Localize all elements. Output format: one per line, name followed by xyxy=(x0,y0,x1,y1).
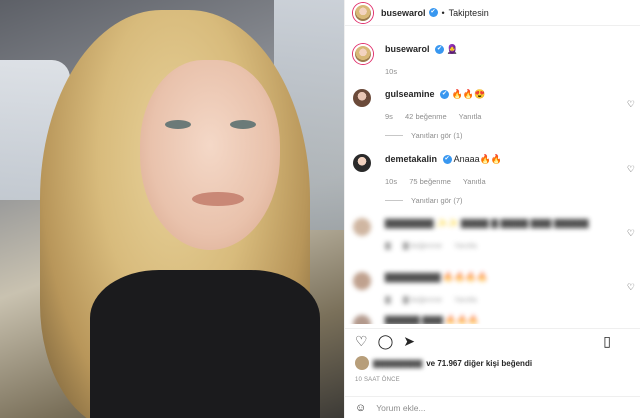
caption-text: 🧕 xyxy=(446,44,458,54)
like-heart-icon[interactable]: ♡ xyxy=(355,334,368,348)
photo-lips xyxy=(192,192,244,206)
follow-status[interactable]: Takiptesin xyxy=(449,8,489,18)
post-side-panel: busewarol ✔ • Takiptesin busewarol ✔ 🧕 1… xyxy=(344,0,640,418)
avatar[interactable] xyxy=(353,272,371,290)
comment-icon[interactable]: ◯ xyxy=(378,334,394,348)
comments-list[interactable]: busewarol ✔ 🧕 10s gulseamine ✔ 🔥🔥😍 9s 42… xyxy=(345,34,640,324)
verified-icon: ✔ xyxy=(428,8,438,17)
view-replies-button[interactable]: Yanıtları gör (1) xyxy=(385,131,463,140)
comment-likes[interactable]: 75 beğenme xyxy=(409,177,451,186)
likes-text[interactable]: ve 71.967 diğer kişi beğendi xyxy=(426,359,532,368)
comment-username[interactable]: demetakalin xyxy=(385,154,437,164)
comment-time: 10s xyxy=(385,177,398,186)
view-replies-label: Yanıtları gör (7) xyxy=(411,196,463,205)
verified-icon: ✔ xyxy=(435,45,445,55)
comment-composer: ☺ xyxy=(345,396,640,418)
post-photo[interactable] xyxy=(0,0,344,418)
post-header: busewarol ✔ • Takiptesin xyxy=(345,0,640,26)
verified-icon: ✔ xyxy=(442,155,452,165)
post-actions-bar: ♡ ◯ ➤ ▯ xyxy=(345,328,640,352)
comment-text: Anaaa🔥🔥 xyxy=(453,154,502,164)
photo-face xyxy=(140,60,280,250)
avatar[interactable] xyxy=(353,315,371,324)
avatar[interactable] xyxy=(353,2,373,23)
avatar[interactable] xyxy=(353,218,371,236)
emoji-icon[interactable]: ☺ xyxy=(355,402,366,414)
save-bookmark-icon[interactable]: ▯ xyxy=(603,333,611,350)
view-replies-label: Yanıtları gör (1) xyxy=(411,131,463,140)
comment-username[interactable]: ▇▇▇▇▇▇▇▇ xyxy=(385,272,440,282)
avatar[interactable] xyxy=(353,44,373,64)
comment-input[interactable] xyxy=(376,402,557,413)
photo-eye xyxy=(165,120,191,129)
share-icon[interactable]: ➤ xyxy=(403,334,415,348)
comment-text: ▇▇▇ 🔥🔥🔥 xyxy=(422,315,480,324)
comment-time: ▇ xyxy=(385,241,391,250)
comment-likes[interactable]: 42 beğenme xyxy=(405,112,447,121)
replies-line xyxy=(385,200,403,201)
author-username[interactable]: busewarol xyxy=(381,8,426,18)
like-comment-heart-icon[interactable]: ♡ xyxy=(627,228,635,239)
comment-username[interactable]: ▇▇▇▇▇ xyxy=(385,315,420,324)
likes-summary[interactable]: ▇▇▇▇▇▇▇▇ ve 71.967 diğer kişi beğendi xyxy=(355,356,532,370)
comment-text: 🔥🔥😍 xyxy=(451,89,486,99)
separator-dot: • xyxy=(441,7,445,18)
comment-time: ▇ xyxy=(385,295,391,304)
comment-likes[interactable]: ▇ beğenme xyxy=(403,241,442,250)
view-replies-button[interactable]: Yanıtları gör (7) xyxy=(385,196,463,205)
avatar[interactable] xyxy=(353,154,371,172)
comment-text: 🔥🔥🔥🔥 xyxy=(442,272,488,282)
verified-icon: ✔ xyxy=(440,90,450,100)
avatar[interactable] xyxy=(353,89,371,107)
replies-line xyxy=(385,135,403,136)
reply-button[interactable]: Yanıtla xyxy=(463,177,486,186)
reply-button[interactable]: Yanıtla xyxy=(454,295,477,304)
caption-time: 10s xyxy=(385,67,398,76)
caption-username[interactable]: busewarol xyxy=(385,44,430,54)
reply-button[interactable]: Yanıtla xyxy=(454,241,477,250)
like-comment-heart-icon[interactable]: ♡ xyxy=(627,282,635,293)
photo-shirt xyxy=(90,270,320,418)
photo-eye xyxy=(230,120,256,129)
liker-avatar xyxy=(355,356,369,370)
like-comment-heart-icon[interactable]: ♡ xyxy=(627,99,635,110)
liker-name[interactable]: ▇▇▇▇▇▇▇▇ xyxy=(373,359,422,368)
comment-username[interactable]: ▇▇▇▇▇▇▇ xyxy=(385,218,433,228)
like-comment-heart-icon[interactable]: ♡ xyxy=(627,164,635,175)
reply-button[interactable]: Yanıtla xyxy=(459,112,482,121)
comment-text: ✨✨ ▇▇▇▇ ▇ ▇▇▇▇ ▇▇▇ ▇▇▇▇▇ xyxy=(435,218,589,228)
post-timestamp: 10 SAAT ÖNCE xyxy=(355,377,400,383)
comment-username[interactable]: gulseamine xyxy=(385,89,435,99)
comment-time: 9s xyxy=(385,112,393,121)
comment-likes[interactable]: ▇ beğenme xyxy=(403,295,442,304)
